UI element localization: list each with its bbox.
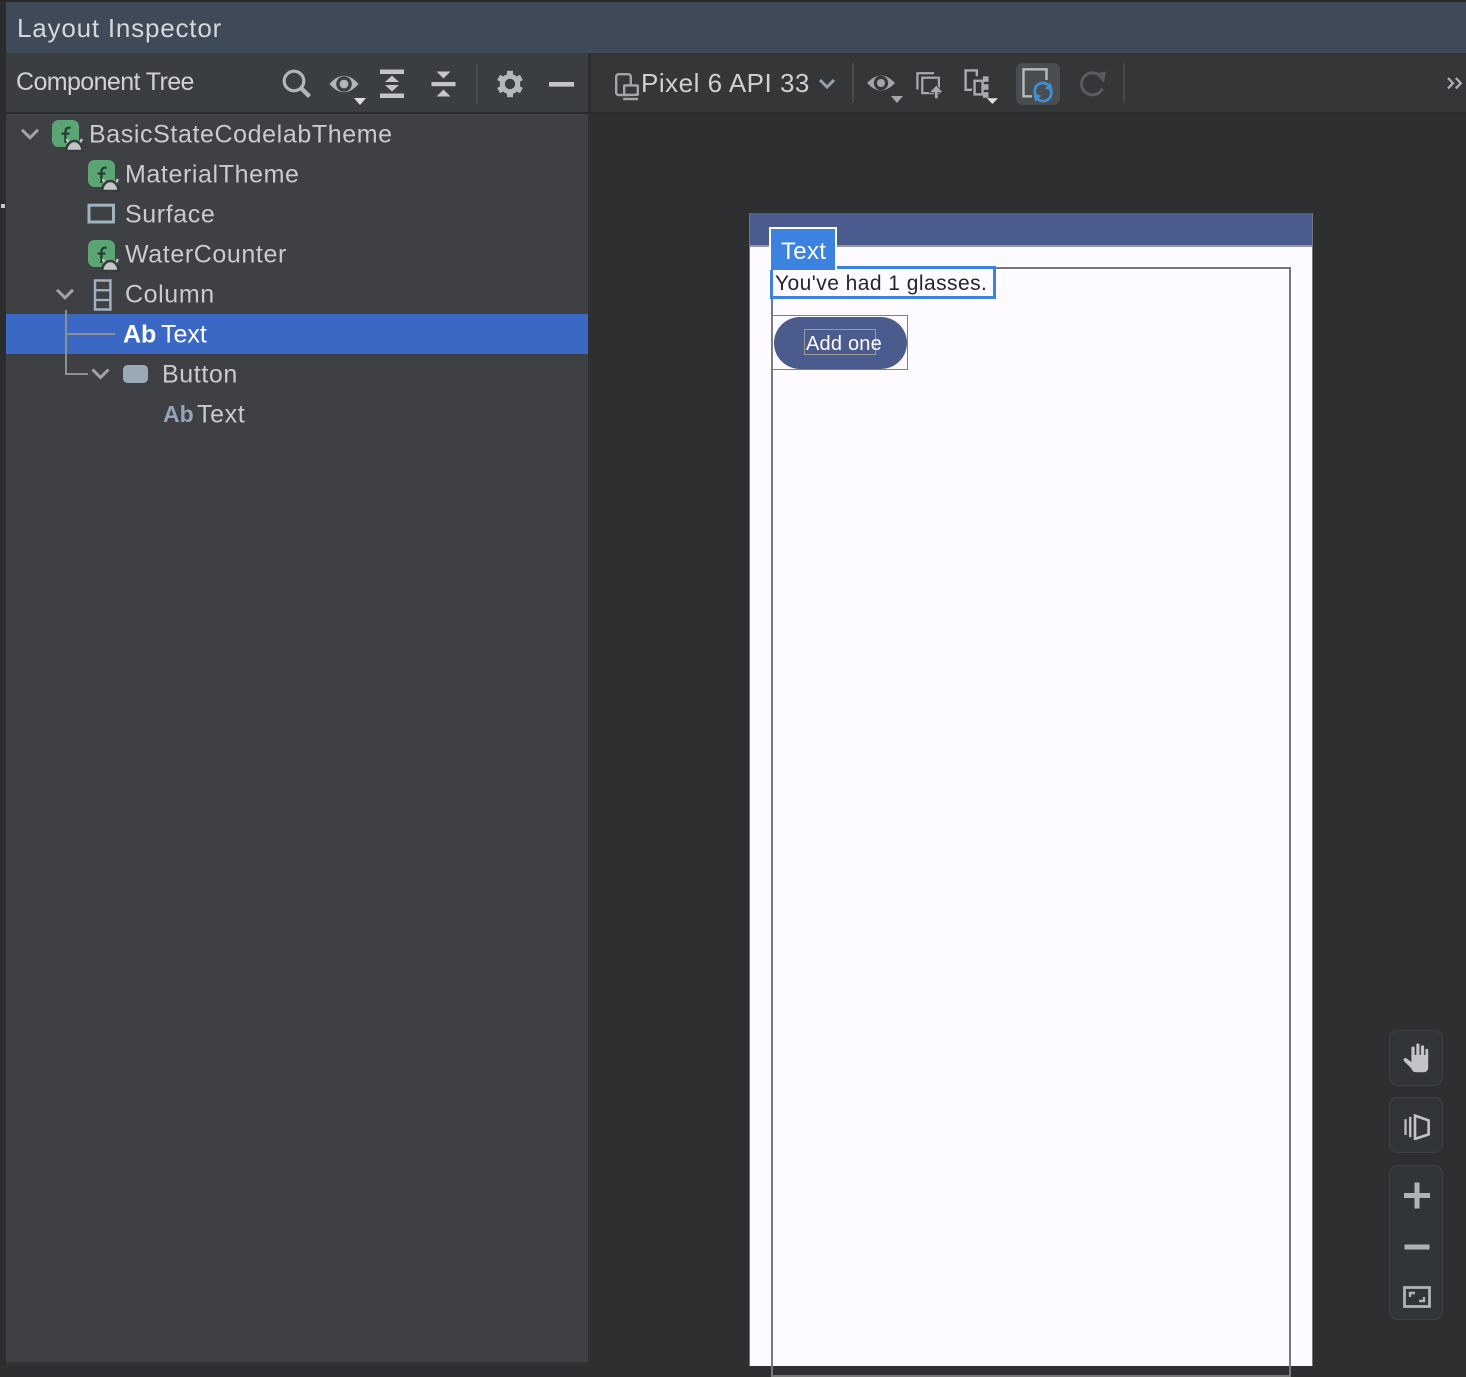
svg-text:Ab: Ab <box>123 321 156 349</box>
svg-text:MaterialTheme: MaterialTheme <box>125 161 300 189</box>
svg-text:Text: Text <box>197 401 245 429</box>
svg-text:WaterCounter: WaterCounter <box>125 241 287 269</box>
svg-text:Surface: Surface <box>125 201 215 229</box>
svg-text:Button: Button <box>162 361 238 389</box>
svg-text:BasicStateCodelabTheme: BasicStateCodelabTheme <box>89 121 393 149</box>
svg-text:Text: Text <box>161 321 207 349</box>
svg-text:Column: Column <box>125 281 215 309</box>
svg-text:Ab: Ab <box>163 401 194 427</box>
